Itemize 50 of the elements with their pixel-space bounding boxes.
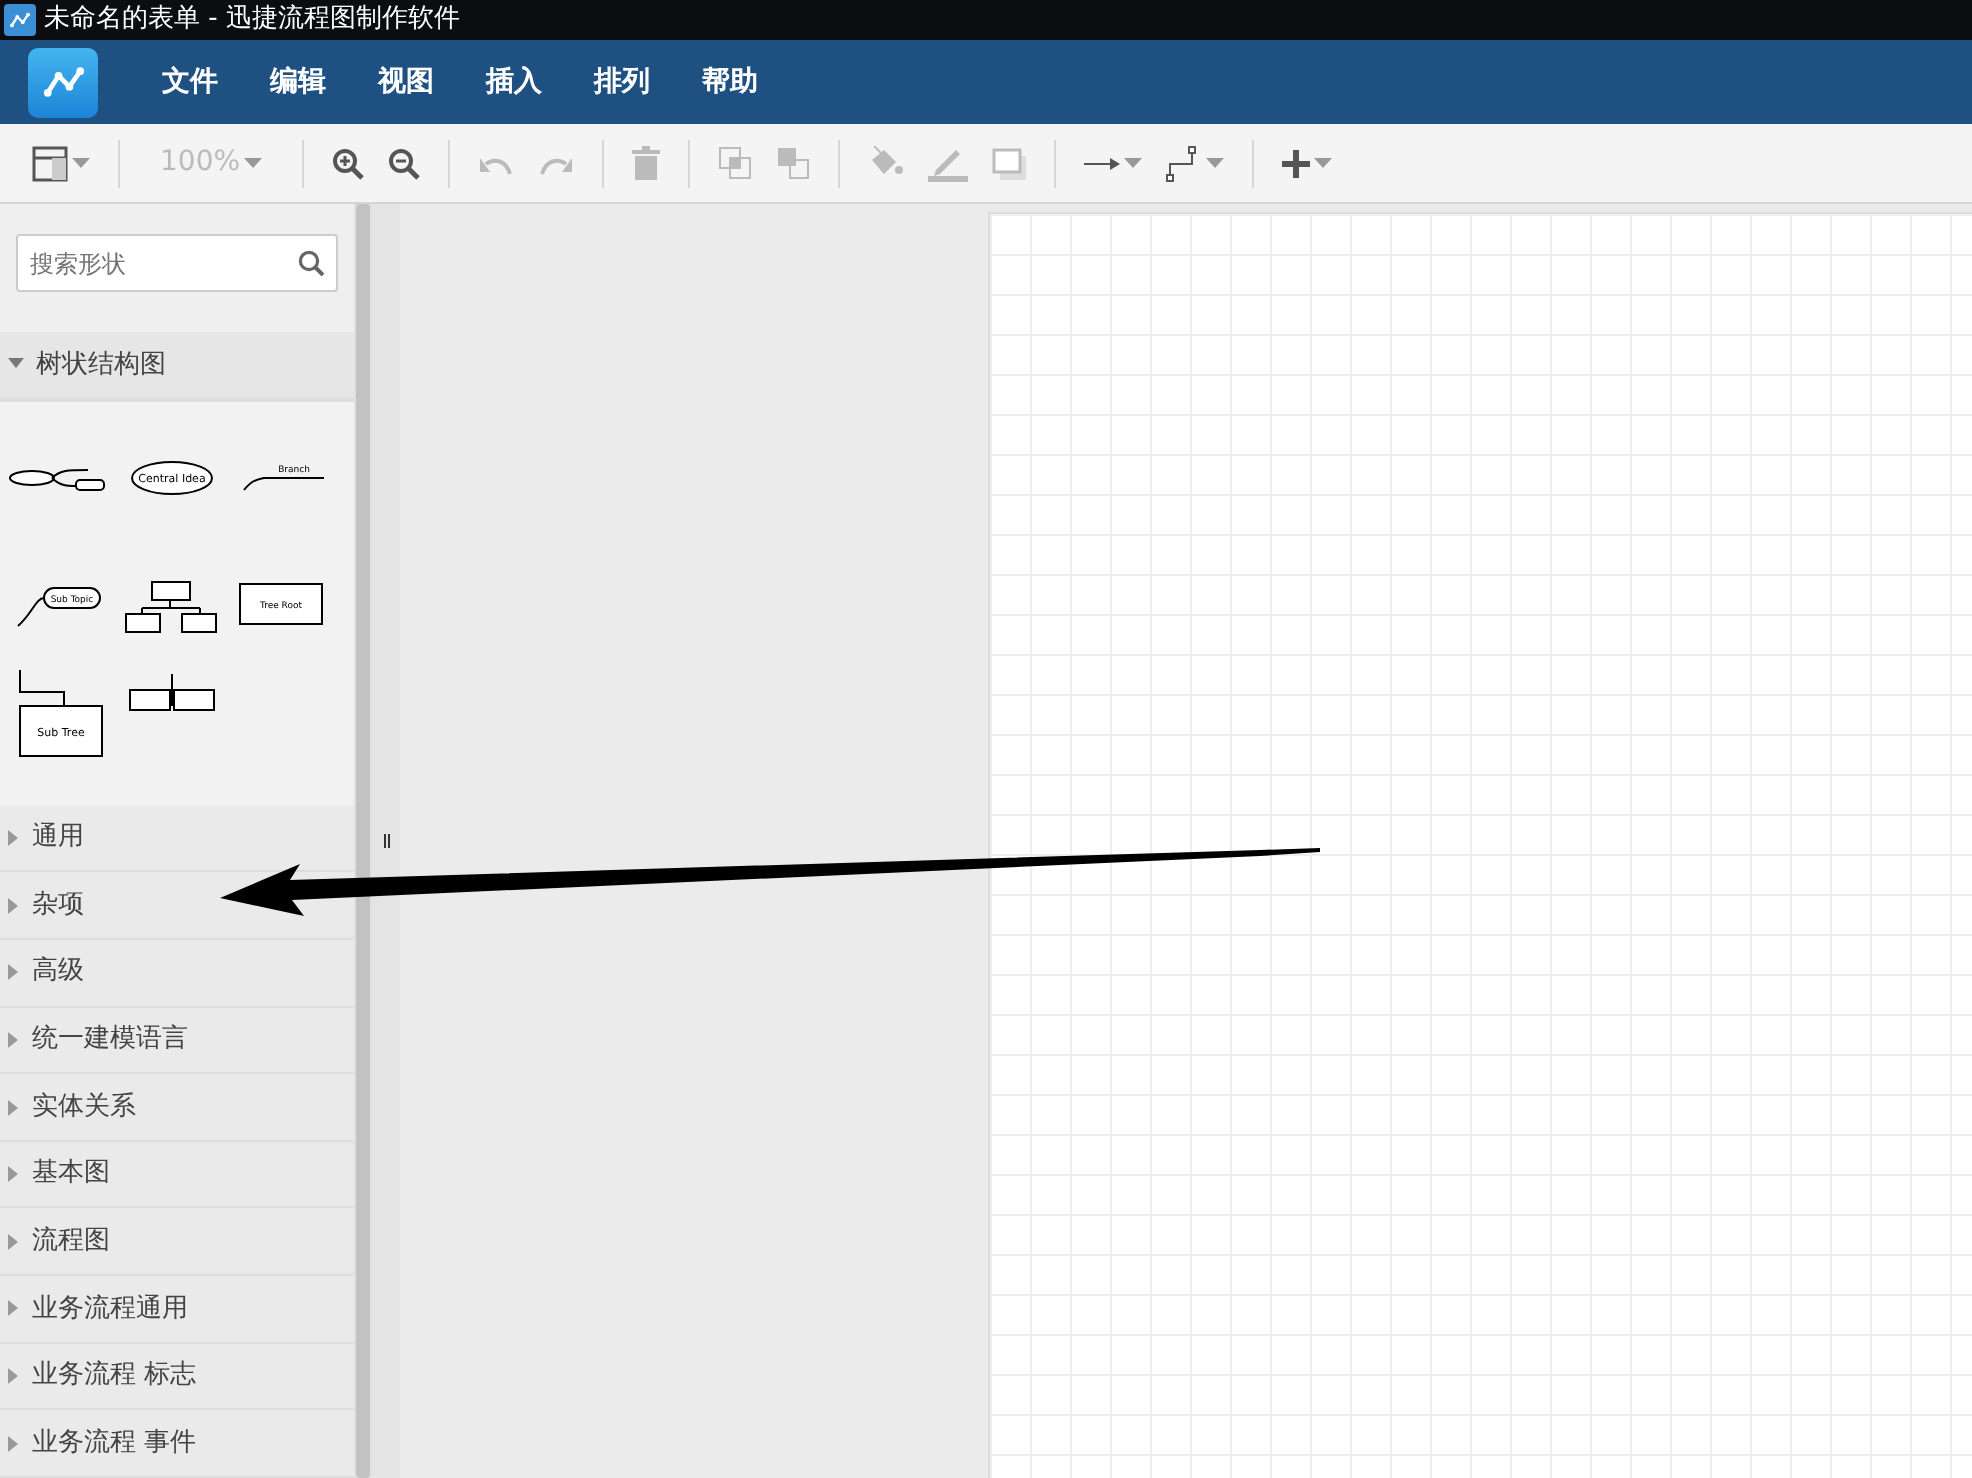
menu-item[interactable]: 文件 bbox=[136, 61, 244, 103]
caret-icon bbox=[244, 158, 263, 168]
caret-icon bbox=[8, 1368, 20, 1385]
caret-icon bbox=[8, 1435, 20, 1452]
sidebar-section-header[interactable]: 业务流程 标志 bbox=[0, 1343, 354, 1411]
menu-item[interactable]: 帮助 bbox=[676, 61, 784, 103]
caret-icon bbox=[8, 1099, 20, 1116]
caret-icon bbox=[8, 1166, 20, 1183]
caret-icon bbox=[72, 158, 90, 168]
sidebar-section-header[interactable]: 基本图 bbox=[0, 1141, 354, 1209]
overlap-icon bbox=[776, 146, 811, 180]
zoom-in-icon bbox=[332, 147, 365, 179]
caret-icon bbox=[8, 1233, 20, 1250]
sidebar-section-header[interactable]: 流程图 bbox=[0, 1208, 354, 1277]
menu-item[interactable]: 插入 bbox=[460, 61, 568, 103]
sidebar-section-header[interactable]: 业务流程通用 bbox=[0, 1276, 354, 1344]
caret-icon bbox=[1124, 158, 1143, 168]
zoom-out-icon bbox=[388, 147, 421, 179]
caret-icon bbox=[8, 829, 20, 846]
app-icon bbox=[4, 4, 36, 36]
paint-bucket-icon bbox=[868, 146, 905, 180]
caret-icon bbox=[1206, 158, 1225, 168]
caret-icon bbox=[1314, 158, 1333, 168]
caret-icon bbox=[8, 964, 20, 981]
arrow-icon bbox=[1084, 155, 1121, 171]
menu-item[interactable]: 编辑 bbox=[244, 61, 352, 103]
plus-icon bbox=[1282, 149, 1311, 177]
pencil-icon bbox=[928, 145, 969, 181]
search-icon bbox=[298, 250, 324, 276]
search-field[interactable]: 搜索形状 bbox=[16, 234, 338, 292]
layout-icon bbox=[32, 145, 68, 181]
splitter-handle-icon[interactable] bbox=[383, 834, 389, 848]
sidebar-section-header[interactable]: 通用 bbox=[0, 805, 354, 873]
caret-icon bbox=[8, 1031, 20, 1048]
trash-icon bbox=[632, 146, 661, 180]
sidebar-section-header[interactable]: 高级 bbox=[0, 939, 354, 1008]
sidebar-section-header[interactable]: 统一建模语言 bbox=[0, 1007, 354, 1075]
menu-item[interactable]: 视图 bbox=[352, 61, 460, 103]
sidebar-section-header[interactable]: 业务流程 事件 bbox=[0, 1410, 354, 1478]
overlap-icon bbox=[718, 146, 753, 180]
scrollbar-thumb[interactable] bbox=[356, 204, 370, 1478]
app-logo-icon bbox=[28, 47, 98, 117]
shadow-icon bbox=[992, 147, 1027, 179]
menu-item[interactable]: 排列 bbox=[568, 61, 676, 103]
window-title: 未命名的表单 - 迅捷流程图制作软件 bbox=[44, 2, 460, 39]
sidebar-section-header[interactable]: 实体关系 bbox=[0, 1074, 354, 1142]
caret-icon bbox=[8, 897, 20, 914]
caret-icon bbox=[8, 358, 24, 371]
sidebar-section-header[interactable]: 树状结构图 bbox=[0, 332, 354, 400]
caret-icon bbox=[8, 1300, 20, 1317]
